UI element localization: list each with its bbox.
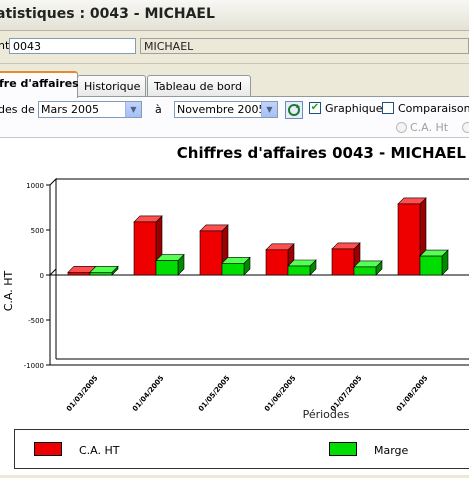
legend-swatch-ca: [34, 442, 62, 456]
tab-bar: fre d'affaires Historique Tableau de bor…: [0, 71, 469, 98]
y-tick-label: -1000: [24, 362, 44, 370]
graphique-checkbox[interactable]: ✔: [309, 102, 321, 114]
y-axis-label: C.A. HT: [2, 270, 15, 311]
refresh-icon: [288, 104, 300, 116]
ca-bar: [199, 230, 223, 276]
to-period-select[interactable]: Novembre 2005 ▼: [174, 101, 278, 118]
x-tick-label: 01/04/2005: [131, 374, 166, 413]
from-period-select[interactable]: Mars 2005 ▼: [38, 101, 142, 118]
y-tick-label: 0: [40, 272, 44, 280]
ca-bar: [133, 221, 157, 276]
from-label: des de: [0, 103, 35, 116]
ca-ht-radio-label: C.A. Ht: [410, 121, 449, 134]
client-row: nt 0043 MICHAEL: [0, 31, 469, 64]
marge-bar: [89, 272, 113, 276]
x-axis-label: Périodes: [303, 408, 350, 421]
legend-label-ca: C.A. HT: [79, 444, 120, 457]
chart-title: Chiffres d'affaires 0043 - MICHAEL: [177, 144, 467, 162]
client-label: nt: [0, 39, 10, 52]
to-period-value: Novembre 2005: [177, 103, 266, 116]
client-name-field: MICHAEL: [140, 38, 469, 54]
tab-chiffres-affaires[interactable]: fre d'affaires: [0, 71, 79, 98]
marge-bar: [353, 266, 377, 276]
client-code-input[interactable]: 0043: [9, 38, 136, 54]
ca-bar: [67, 272, 91, 276]
zero-line-depth: [49, 268, 57, 276]
x-tick-label: 01/06/2005: [263, 374, 298, 413]
x-tick-label: 01/05/2005: [197, 374, 232, 413]
marge-bar: [221, 263, 245, 276]
to-label: à: [155, 103, 162, 116]
ca-bar: [397, 203, 421, 276]
x-tick-label: 01/03/2005: [65, 374, 100, 413]
from-period-value: Mars 2005: [41, 103, 99, 116]
chevron-down-icon[interactable]: ▼: [125, 102, 141, 117]
marge-bar: [419, 255, 443, 276]
other-radio[interactable]: [462, 122, 469, 133]
title-bar: atistiques : 0043 - MICHAEL: [0, 0, 469, 31]
graphique-label: Graphique: [325, 102, 383, 115]
y-tick-label: -500: [28, 317, 44, 325]
tab-historique[interactable]: Historique: [77, 75, 146, 97]
tab-tableau-de-bord[interactable]: Tableau de bord: [147, 75, 251, 97]
revenue-chart: Chiffres d'affaires 0043 - MICHAEL C.A. …: [2, 144, 469, 421]
filter-row: des de Mars 2005 ▼ à Novembre 2005 ▼ ✔ G…: [0, 97, 469, 138]
y-tick-label: 500: [31, 227, 44, 235]
ca-ht-radio[interactable]: [396, 122, 407, 133]
comparaison-checkbox[interactable]: [382, 102, 394, 114]
legend-label-marge: Marge: [374, 444, 409, 457]
comparaison-label: Comparaison p: [398, 102, 469, 115]
chart-panel: Chiffres d'affaires 0043 - MICHAEL C.A. …: [0, 138, 469, 475]
refresh-button[interactable]: [285, 101, 303, 119]
marge-bar: [155, 260, 179, 276]
chart-legend: C.A. HT Marge: [14, 429, 469, 469]
ca-bar: [331, 248, 355, 276]
ca-bar: [265, 249, 289, 276]
legend-swatch-marge: [329, 442, 357, 456]
y-tick-label: 1000: [26, 182, 44, 190]
marge-bar: [287, 265, 311, 276]
chevron-down-icon[interactable]: ▼: [261, 102, 277, 117]
window-title: atistiques : 0043 - MICHAEL: [0, 6, 215, 22]
x-tick-label: 01/08/2005: [395, 374, 430, 413]
